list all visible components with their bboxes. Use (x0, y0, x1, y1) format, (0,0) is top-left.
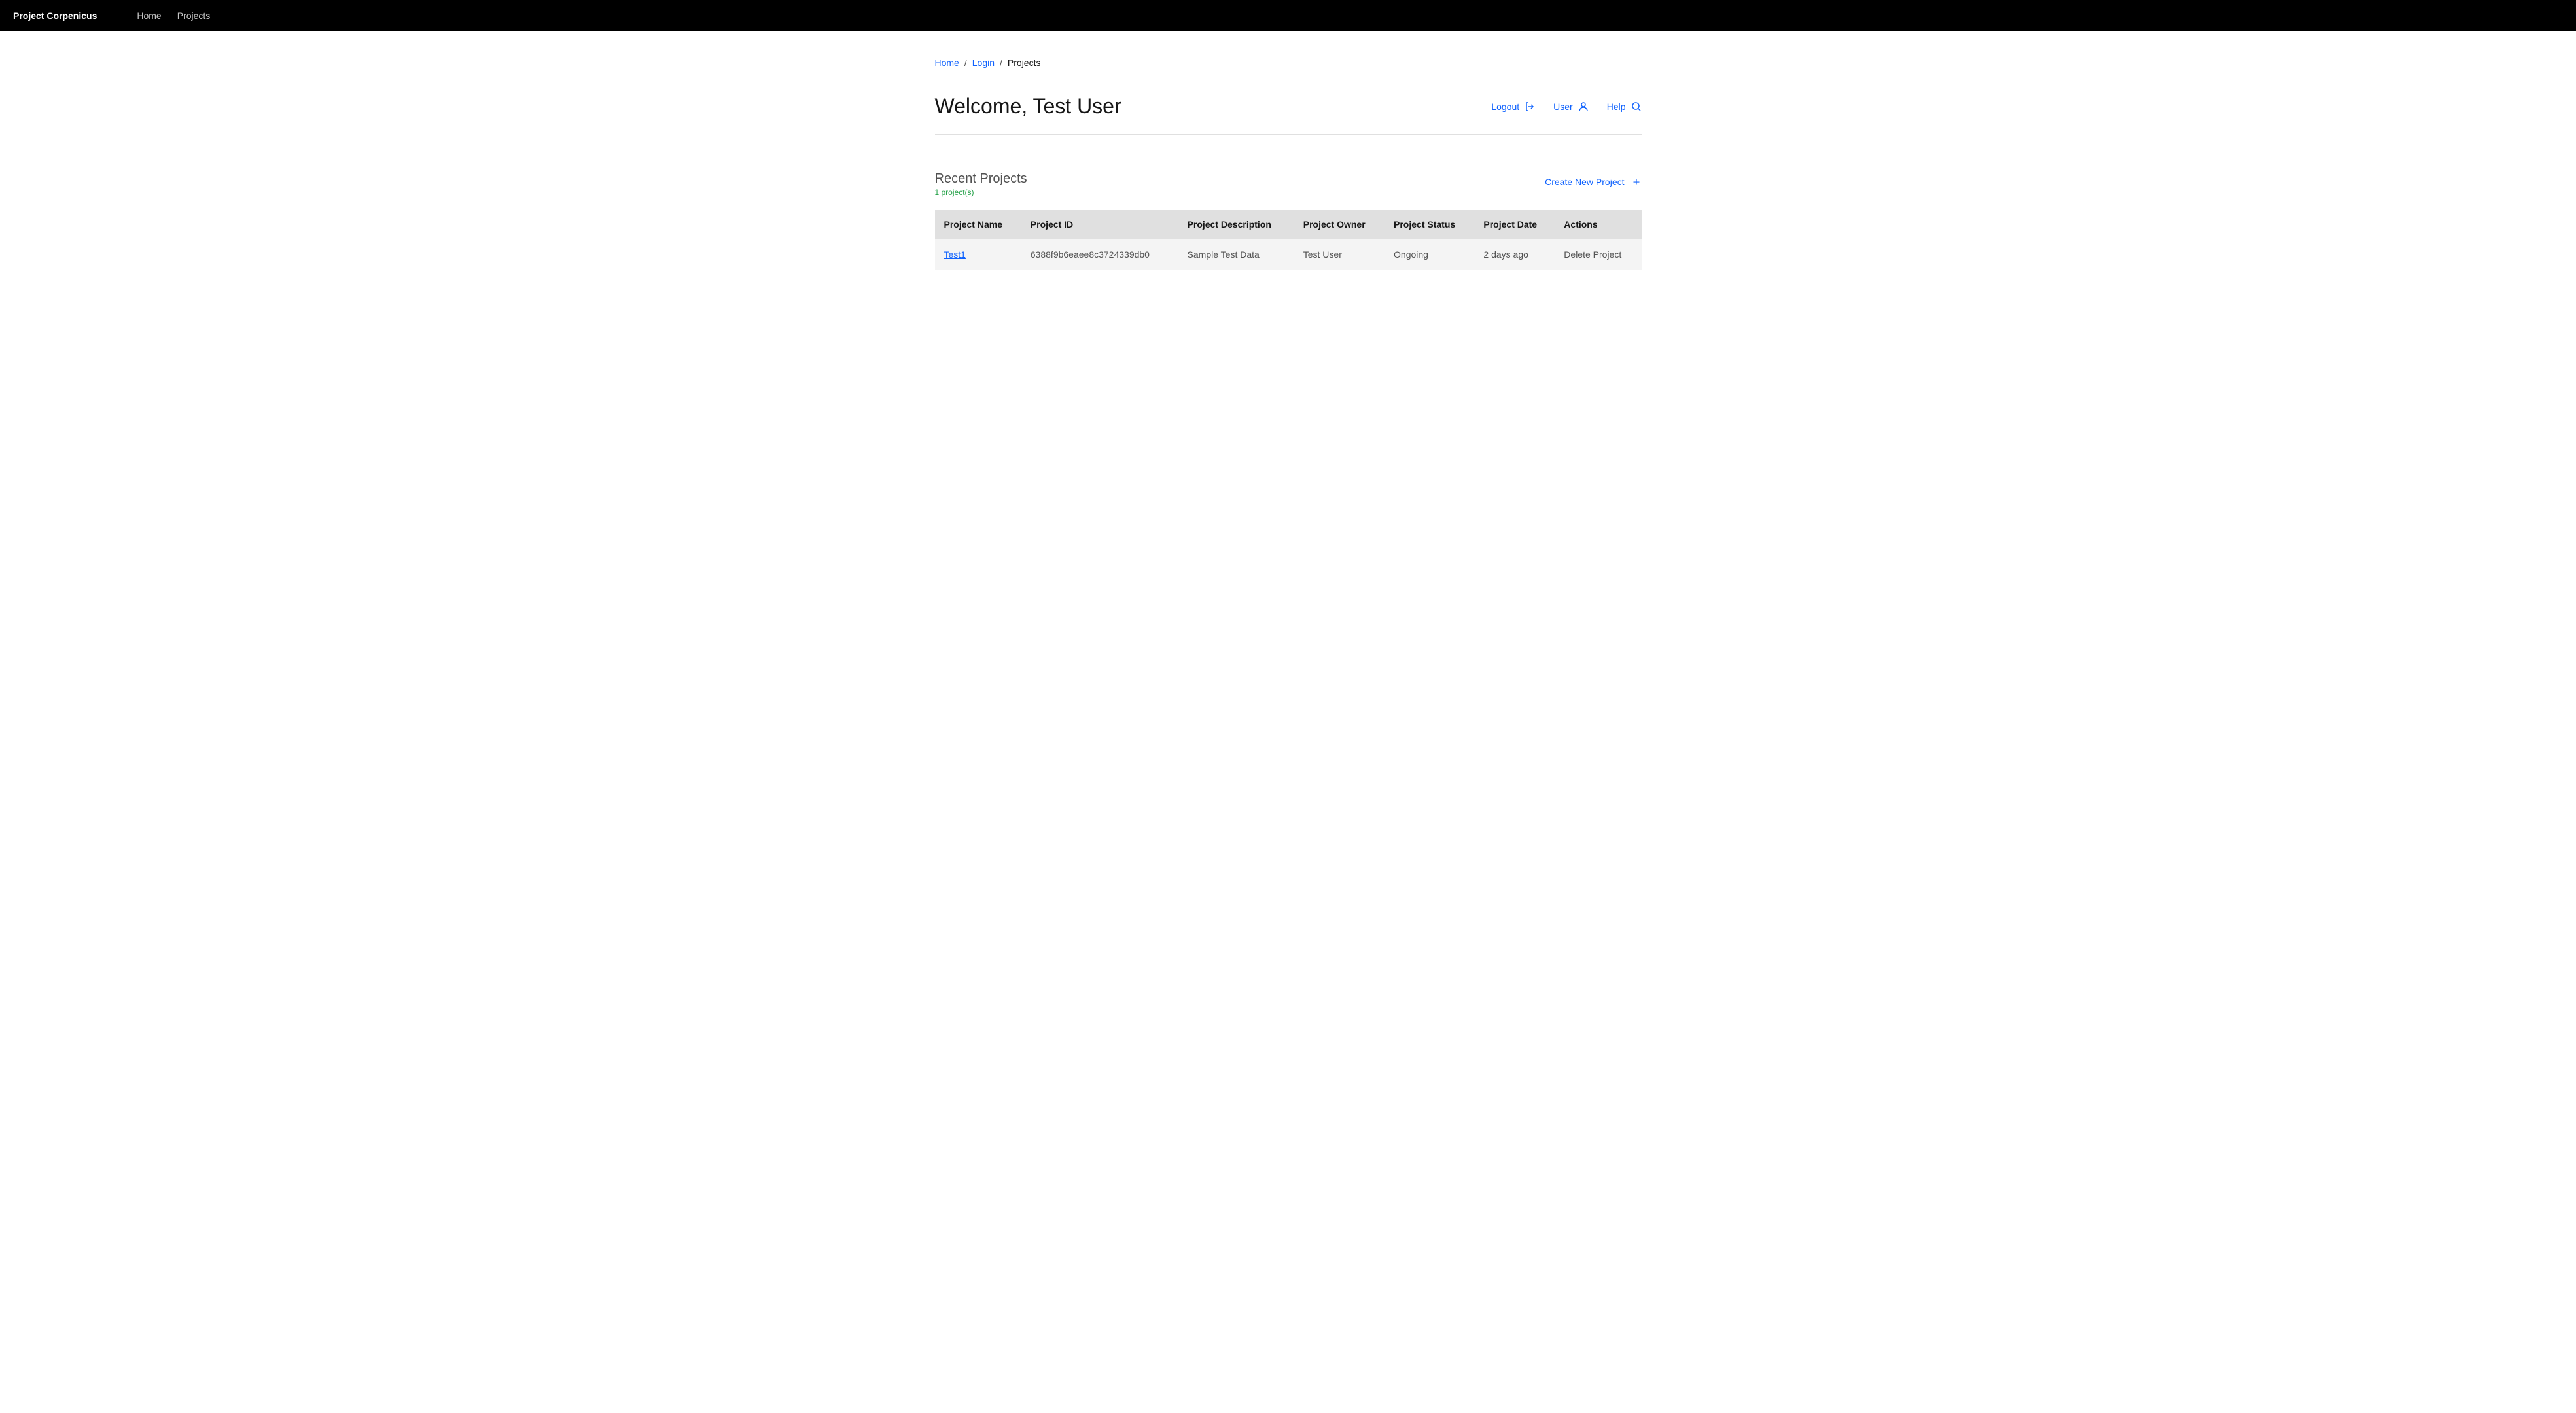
table-header-row: Project Name Project ID Project Descript… (935, 210, 1642, 239)
create-project-button[interactable]: Create New Project (1545, 177, 1641, 187)
th-status: Project Status (1386, 210, 1475, 239)
user-icon (1578, 101, 1589, 112)
th-name: Project Name (935, 210, 1023, 239)
breadcrumb-sep: / (1000, 58, 1002, 68)
project-owner-cell: Test User (1296, 239, 1386, 270)
logout-icon (1525, 101, 1535, 112)
project-id-cell: 6388f9b6eaee8c3724339db0 (1023, 239, 1180, 270)
page-title: Welcome, Test User (935, 94, 1121, 118)
table-row: Test1 6388f9b6eaee8c3724339db0 Sample Te… (935, 239, 1642, 270)
project-description-cell: Sample Test Data (1180, 239, 1296, 270)
breadcrumb-login[interactable]: Login (972, 58, 995, 68)
nav-link-home[interactable]: Home (129, 10, 169, 21)
th-description: Project Description (1180, 210, 1296, 239)
logout-button[interactable]: Logout (1491, 101, 1535, 112)
project-name-link[interactable]: Test1 (944, 249, 966, 260)
section-title: Recent Projects (935, 171, 1027, 186)
project-status-cell: Ongoing (1386, 239, 1475, 270)
th-actions: Actions (1556, 210, 1641, 239)
section-header: Recent Projects 1 project(s) Create New … (935, 171, 1642, 197)
header-row: Welcome, Test User Logout User Help (935, 94, 1642, 135)
project-date-cell: 2 days ago (1475, 239, 1556, 270)
section-count: 1 project(s) (935, 188, 1027, 197)
section-title-block: Recent Projects 1 project(s) (935, 171, 1027, 197)
user-label: User (1553, 101, 1573, 112)
top-nav: Project Corpenicus Home Projects (0, 0, 2576, 31)
plus-icon (1631, 177, 1642, 187)
logout-label: Logout (1491, 101, 1519, 112)
th-date: Project Date (1475, 210, 1556, 239)
projects-table-wrap: Project Name Project ID Project Descript… (935, 210, 1642, 270)
user-button[interactable]: User (1553, 101, 1589, 112)
nav-link-projects[interactable]: Projects (169, 10, 219, 21)
help-button[interactable]: Help (1607, 101, 1642, 112)
projects-table: Project Name Project ID Project Descript… (935, 210, 1642, 270)
delete-project-button[interactable]: Delete Project (1564, 249, 1621, 260)
help-label: Help (1607, 101, 1626, 112)
help-icon (1631, 101, 1642, 112)
create-project-label: Create New Project (1545, 177, 1624, 187)
breadcrumb: Home / Login / Projects (935, 31, 1642, 68)
th-id: Project ID (1023, 210, 1180, 239)
th-owner: Project Owner (1296, 210, 1386, 239)
breadcrumb-current: Projects (1008, 58, 1041, 68)
header-actions: Logout User Help (1491, 101, 1641, 112)
breadcrumb-home[interactable]: Home (935, 58, 959, 68)
brand-title: Project Corpenicus (13, 10, 113, 21)
breadcrumb-sep: / (964, 58, 967, 68)
